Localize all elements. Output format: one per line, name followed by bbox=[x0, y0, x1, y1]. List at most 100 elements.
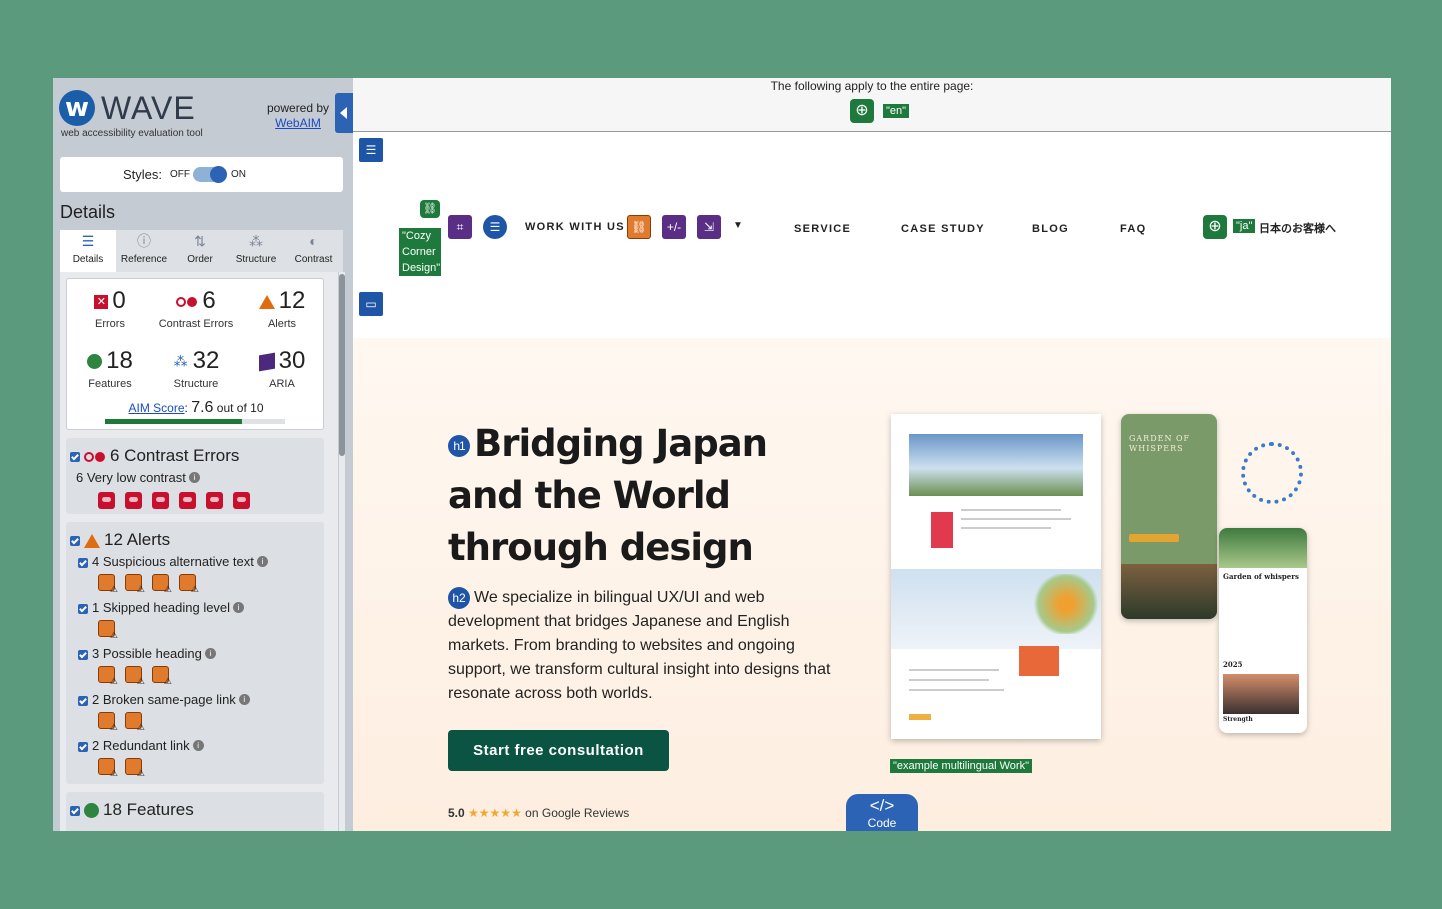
aria-expanded-icon[interactable]: +/- bbox=[662, 215, 686, 239]
page-level-header: The following apply to the entire page: … bbox=[353, 78, 1391, 132]
contrast-checkbox[interactable] bbox=[70, 451, 80, 462]
contrast-error-icon[interactable] bbox=[233, 492, 250, 509]
features-checkbox[interactable] bbox=[70, 805, 80, 816]
redundant-link-icon[interactable] bbox=[98, 758, 118, 779]
google-rating: 5.0 ★★★★★ on Google Reviews bbox=[448, 806, 629, 820]
alerts-group-title[interactable]: 12 Alerts bbox=[104, 530, 170, 549]
contrast-error-icon[interactable] bbox=[152, 492, 169, 509]
tab-reference[interactable]: ⓘ Reference bbox=[116, 230, 172, 272]
alerts-checkbox[interactable] bbox=[70, 535, 80, 546]
hero-subtitle: h2 We specialize in bilingual UX/UI and w… bbox=[448, 586, 838, 706]
main-region-icon[interactable]: ▭ bbox=[359, 292, 383, 316]
mockup-thumbnail bbox=[931, 512, 953, 548]
aria-icon bbox=[258, 352, 275, 372]
alert-item-skipped-heading[interactable]: 1 Skipped heading level i bbox=[78, 600, 245, 615]
possible-heading-icon[interactable] bbox=[98, 666, 118, 687]
stat-alerts: 12 Alerts bbox=[239, 287, 325, 330]
wave-logo[interactable]: w WAVE web accessibility evaluation tool bbox=[59, 90, 259, 142]
very-low-contrast-label: 6 Very low contrast bbox=[76, 470, 186, 485]
tab-reference-label: Reference bbox=[120, 254, 168, 265]
structure-label: Structure bbox=[173, 378, 219, 390]
info-icon[interactable]: i bbox=[233, 602, 245, 613]
alert-icon bbox=[258, 294, 275, 309]
suspicious-alt-icon[interactable] bbox=[98, 574, 118, 595]
logo-alt-text: "Cozy Corner Design" bbox=[399, 228, 441, 276]
alerts-label: Alerts bbox=[267, 318, 297, 330]
tab-contrast[interactable]: ◐ Contrast bbox=[284, 230, 343, 272]
contrast-count: 6 bbox=[202, 287, 216, 314]
start-consultation-button[interactable]: Start free consultation bbox=[448, 730, 669, 771]
alert-icon bbox=[84, 533, 100, 548]
code-toggle-button[interactable]: </> Code bbox=[846, 794, 918, 831]
webaim-link[interactable]: WebAIM bbox=[275, 116, 321, 130]
globe-icon[interactable]: ⊕ bbox=[1203, 215, 1227, 239]
contrast-error-icon[interactable] bbox=[206, 492, 223, 509]
mockup-line bbox=[909, 679, 989, 681]
info-icon[interactable]: i bbox=[188, 472, 200, 483]
nav-japanese-clients[interactable]: 日本のお客様へ bbox=[1259, 220, 1336, 236]
aim-score-suffix: out of 10 bbox=[216, 401, 264, 415]
alert-item-broken-link[interactable]: 2 Broken same-page link i bbox=[78, 692, 250, 707]
possible-heading-icon[interactable] bbox=[125, 666, 145, 687]
alert-item-suspicious-alt[interactable]: 4 Suspicious alternative text i bbox=[78, 554, 268, 569]
broken-link-icon[interactable] bbox=[125, 712, 145, 733]
nav-case-study[interactable]: CASE STUDY bbox=[901, 223, 985, 235]
suspicious-alt-icon[interactable] bbox=[152, 574, 172, 595]
nav-faq[interactable]: FAQ bbox=[1120, 223, 1147, 235]
tab-details[interactable]: ☰ Details bbox=[60, 230, 116, 272]
aria-icon[interactable]: ⌗ bbox=[448, 215, 472, 239]
ja-language-tag: "ja" bbox=[1233, 219, 1256, 233]
info-icon[interactable]: i bbox=[238, 694, 250, 705]
alert-item-label: 3 Possible heading bbox=[92, 646, 202, 661]
checkbox[interactable] bbox=[78, 649, 88, 660]
possible-heading-icon[interactable] bbox=[152, 666, 172, 687]
aria-popup-icon[interactable]: ⇲ bbox=[697, 215, 721, 239]
tab-structure[interactable]: ⁂ Structure bbox=[228, 230, 284, 272]
nav-work-with-us[interactable]: WORK WITH US bbox=[525, 221, 625, 233]
nav-blog[interactable]: BLOG bbox=[1032, 223, 1069, 235]
details-panel: ✕ 0 Errors 6 Contrast Errors 12 Alerts 18… bbox=[60, 272, 338, 831]
contrast-error-icon[interactable] bbox=[125, 492, 142, 509]
collapse-sidebar-button[interactable] bbox=[335, 93, 353, 133]
suspicious-alt-icon[interactable] bbox=[179, 574, 199, 595]
stat-structure: ⁂ 32 Structure bbox=[153, 347, 239, 390]
contrast-error-icon[interactable] bbox=[98, 492, 115, 509]
aim-score-link[interactable]: AIM Score bbox=[129, 401, 185, 415]
h2-badge[interactable]: h2 bbox=[448, 586, 470, 609]
nav-service[interactable]: SERVICE bbox=[794, 223, 851, 235]
info-icon[interactable]: i bbox=[256, 556, 268, 567]
broken-link-icon[interactable]: ⛓ bbox=[627, 215, 651, 239]
info-icon[interactable]: i bbox=[192, 740, 204, 751]
image-alt-text: "example multilingual Work" bbox=[890, 759, 1032, 773]
list-icon[interactable]: ☰ bbox=[483, 215, 507, 239]
styles-toggle[interactable] bbox=[193, 166, 227, 183]
phone2-header-photo bbox=[1219, 528, 1307, 568]
features-count: 18 bbox=[106, 347, 133, 374]
alert-item-redundant-link[interactable]: 2 Redundant link i bbox=[78, 738, 204, 753]
checkbox[interactable] bbox=[78, 695, 88, 706]
feature-icon bbox=[87, 354, 103, 370]
header-region-icon[interactable]: ☰ bbox=[359, 138, 383, 162]
alert-item-possible-heading[interactable]: 3 Possible heading i bbox=[78, 646, 216, 661]
chevron-down-icon[interactable]: ▼ bbox=[733, 220, 744, 231]
redundant-link-icon[interactable] bbox=[125, 758, 145, 779]
linked-image-icon[interactable]: ⛓ bbox=[420, 200, 440, 218]
styles-on-label: ON bbox=[231, 169, 246, 180]
checkbox[interactable] bbox=[78, 603, 88, 614]
suspicious-alt-icon[interactable] bbox=[125, 574, 145, 595]
checkbox[interactable] bbox=[78, 741, 88, 752]
sidebar-scrollbar-thumb[interactable] bbox=[339, 274, 345, 456]
contrast-error-icon[interactable] bbox=[179, 492, 196, 509]
mockup-card bbox=[1019, 646, 1059, 676]
order-icon: ⇅ bbox=[194, 233, 206, 249]
contrast-group-title[interactable]: 6 Contrast Errors bbox=[110, 446, 239, 465]
very-low-contrast-item[interactable]: 6 Very low contrast i bbox=[76, 470, 200, 485]
skipped-heading-icon[interactable] bbox=[98, 620, 118, 641]
checkbox[interactable] bbox=[78, 557, 88, 568]
features-group-title[interactable]: 18 Features bbox=[103, 800, 194, 819]
tab-order[interactable]: ⇅ Order bbox=[172, 230, 228, 272]
broken-link-icon[interactable] bbox=[98, 712, 118, 733]
h1-badge[interactable]: h1 bbox=[448, 434, 470, 457]
globe-icon[interactable]: ⊕ bbox=[850, 99, 874, 123]
info-icon[interactable]: i bbox=[204, 648, 216, 659]
